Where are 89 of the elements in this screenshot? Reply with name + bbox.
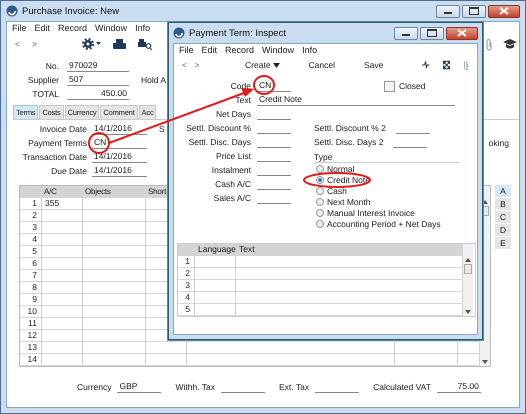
row-number: 10 bbox=[20, 306, 42, 318]
menu-item[interactable]: Record bbox=[225, 45, 254, 55]
field-label: Price List bbox=[215, 151, 251, 161]
menu-item[interactable]: File bbox=[179, 45, 194, 55]
forward-button[interactable]: > bbox=[32, 39, 49, 49]
input-field[interactable]: CN bbox=[92, 137, 147, 149]
field-label: Ext. Tax bbox=[279, 382, 310, 392]
window-title: Payment Term: Inspect bbox=[189, 28, 286, 38]
field-label: Due Date bbox=[50, 166, 87, 176]
menu-item[interactable]: Window bbox=[95, 23, 128, 33]
radio-label: Normal bbox=[327, 164, 354, 174]
field-label: Cash A/C bbox=[214, 179, 251, 189]
row-number: 13 bbox=[20, 342, 42, 354]
menu-item[interactable]: Edit bbox=[202, 45, 218, 55]
side-button[interactable]: A bbox=[495, 185, 511, 197]
radio-label: Next Month bbox=[327, 196, 370, 206]
field-label: Code bbox=[230, 81, 251, 91]
field-label: Invoice Date bbox=[38, 124, 87, 134]
column-header: Language bbox=[195, 244, 236, 256]
field-label: Transaction Date bbox=[22, 152, 87, 162]
row-number: 5 bbox=[20, 246, 42, 258]
side-button[interactable]: C bbox=[495, 211, 511, 223]
input-field[interactable]: 75.00 bbox=[436, 381, 481, 393]
input-field[interactable]: 507 bbox=[67, 74, 129, 86]
field-label: oking bbox=[488, 138, 509, 148]
input-field[interactable]: 14/1/2016 bbox=[92, 123, 147, 135]
field-label: Payment Terms bbox=[27, 138, 87, 148]
input-field[interactable]: GBP bbox=[117, 381, 162, 393]
field-label: Supplier bbox=[26, 75, 59, 85]
input-field[interactable]: 970029 bbox=[67, 60, 129, 72]
field-label: Sales A/C bbox=[212, 193, 251, 203]
cancel-button[interactable]: Cancel bbox=[308, 60, 336, 70]
row-number: 1 bbox=[178, 256, 195, 268]
checkbox-label: Closed bbox=[399, 81, 426, 91]
row-number: 3 bbox=[20, 222, 42, 234]
menu-item[interactable]: Info bbox=[302, 45, 318, 55]
save-button[interactable]: Save bbox=[364, 60, 384, 70]
field-label: Text bbox=[234, 95, 251, 105]
row-number: 4 bbox=[178, 292, 195, 304]
row-number: 8 bbox=[20, 282, 42, 294]
side-button[interactable]: B bbox=[495, 198, 511, 210]
row-number: 11 bbox=[20, 318, 42, 330]
row-number: 2 bbox=[20, 210, 42, 222]
input-field[interactable]: 14/1/2016 bbox=[92, 151, 147, 163]
row-number: 4 bbox=[20, 234, 42, 246]
group-label: Type bbox=[314, 152, 332, 162]
menu-item[interactable]: Record bbox=[58, 23, 88, 33]
side-button[interactable]: D bbox=[495, 224, 511, 236]
field-label: S bbox=[159, 124, 165, 134]
field-label: Settl. Discount % 2 bbox=[314, 123, 386, 133]
window-title: Purchase Invoice: New bbox=[22, 6, 120, 16]
field-label: Settl. Disc. Days bbox=[188, 137, 251, 147]
field-label: No. bbox=[44, 61, 59, 71]
radio-label: Manual Interest Invoice bbox=[327, 208, 415, 218]
field-label: Instalment bbox=[210, 165, 251, 175]
row-number: 7 bbox=[20, 270, 42, 282]
input-field[interactable]: Credit Note bbox=[257, 94, 455, 106]
field-label: Calculated VAT bbox=[373, 382, 431, 392]
field-label: Currency bbox=[77, 382, 112, 392]
back-button[interactable]: < bbox=[15, 39, 32, 49]
field-label: Settl. Discount % bbox=[185, 123, 251, 133]
row-number: 9 bbox=[20, 294, 42, 306]
field-label: TOTAL bbox=[31, 89, 59, 99]
row-number: 14 bbox=[20, 354, 42, 366]
create-button[interactable]: Create bbox=[245, 60, 280, 70]
radio-label: Cash bbox=[327, 186, 347, 196]
row-number: 3 bbox=[178, 280, 195, 292]
field-label: Hold A bbox=[141, 75, 166, 85]
field-label: Settl. Disc. Days 2 bbox=[314, 137, 384, 147]
table-cell[interactable]: 355 bbox=[42, 198, 83, 210]
side-button[interactable]: E bbox=[495, 237, 511, 249]
field-label: Net Days bbox=[215, 109, 251, 119]
row-number: 6 bbox=[20, 258, 42, 270]
row-number: 5 bbox=[178, 304, 195, 316]
column-header: Text bbox=[236, 244, 463, 256]
forward-button[interactable]: > bbox=[194, 60, 208, 70]
row-number: 12 bbox=[20, 330, 42, 342]
row-number: 2 bbox=[178, 268, 195, 280]
input-field[interactable]: 450.00 bbox=[67, 88, 129, 100]
field-label: Withh. Tax bbox=[175, 382, 216, 392]
input-field[interactable]: 14/1/2016 bbox=[92, 165, 147, 177]
radio-label: Accounting Period + Net Days bbox=[327, 218, 441, 228]
back-button[interactable]: < bbox=[182, 60, 195, 70]
menu-item[interactable]: Window bbox=[262, 45, 294, 55]
menu-item[interactable]: Info bbox=[135, 23, 150, 33]
menu-item[interactable]: Edit bbox=[34, 23, 50, 33]
menu-item[interactable]: File bbox=[12, 23, 27, 33]
row-number: 1 bbox=[20, 198, 42, 210]
input-field[interactable]: CN bbox=[257, 80, 291, 92]
